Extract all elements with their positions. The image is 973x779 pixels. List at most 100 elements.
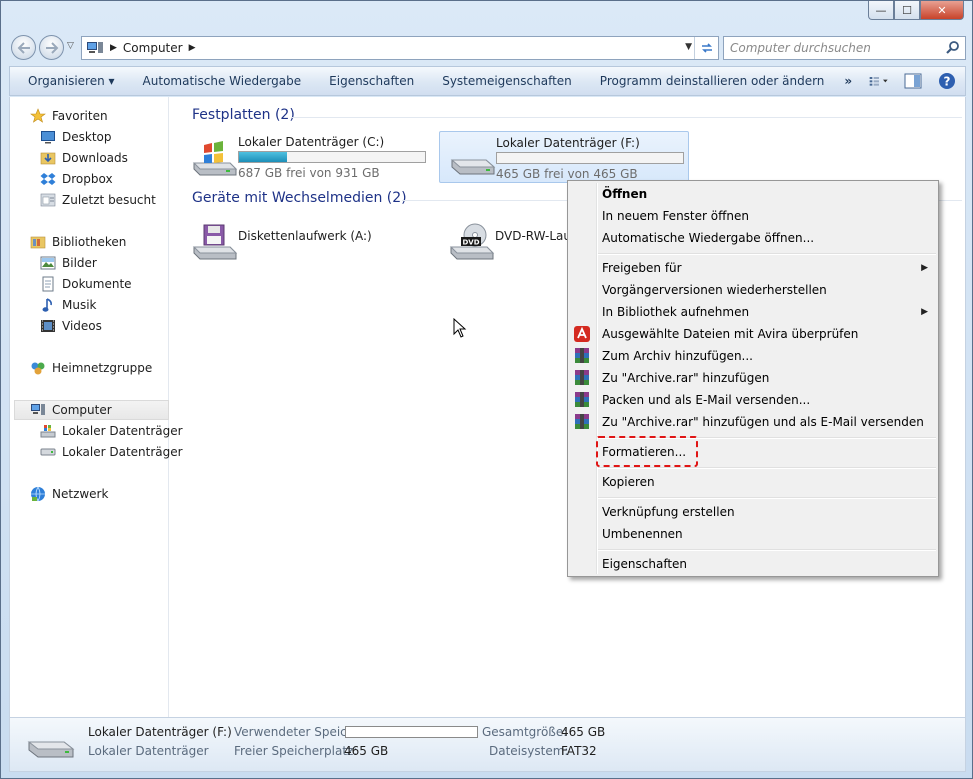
nav-drive-f[interactable]: Lokaler Datenträger <box>40 442 183 462</box>
menu-pack-email[interactable]: Packen und als E-Mail versenden... <box>602 393 810 407</box>
refresh-icon <box>701 43 712 53</box>
drive-c-name: Lokaler Datenträger (C:) <box>238 135 385 149</box>
menu-open-new-window[interactable]: In neuem Fenster öffnen <box>602 209 749 223</box>
nav-homegroup[interactable]: Heimnetzgruppe <box>30 358 152 378</box>
drive-a[interactable]: Diskettenlaufwerk (A:) <box>182 215 432 267</box>
breadcrumb-separator[interactable]: ▶ <box>110 43 117 53</box>
nav-drive-c[interactable]: Lokaler Datenträger <box>40 421 183 441</box>
address-bar[interactable]: ▶ Computer ▶ ▼ <box>81 36 719 60</box>
nav-downloads[interactable]: Downloads <box>40 148 128 168</box>
submenu-arrow-icon: ▶ <box>921 307 928 317</box>
winrar-icon <box>575 392 589 407</box>
maximize-button[interactable]: ☐ <box>894 1 920 20</box>
menu-restore-versions[interactable]: Vorgängerversionen wiederherstellen <box>602 283 827 297</box>
nav-dropbox[interactable]: Dropbox <box>40 169 113 189</box>
drive-c[interactable]: Lokaler Datenträger (C:) 687 GB frei von… <box>182 131 432 183</box>
menu-copy[interactable]: Kopieren <box>602 475 655 489</box>
winrar-icon <box>575 348 589 363</box>
breadcrumb-computer[interactable]: Computer <box>123 41 183 55</box>
nav-desktop[interactable]: Desktop <box>40 127 112 147</box>
group-header-removable[interactable]: Geräte mit Wechselmedien (2) <box>192 190 407 206</box>
minimize-button[interactable]: — <box>868 1 894 20</box>
hard-drive-icon <box>40 448 56 456</box>
videos-icon <box>41 320 55 332</box>
details-total-value: 465 GB <box>561 725 606 739</box>
close-button[interactable]: ✕ <box>920 1 964 20</box>
menu-avira-scan[interactable]: Ausgewählte Dateien mit Avira überprüfen <box>602 327 858 341</box>
nav-recent[interactable]: Zuletzt besucht <box>40 190 156 210</box>
preview-pane-button[interactable] <box>903 71 923 91</box>
autoplay-button[interactable]: Automatische Wiedergabe <box>129 74 316 88</box>
details-drive-name: Lokaler Datenträger (F:) <box>88 725 232 739</box>
floppy-drive-icon <box>192 224 238 260</box>
details-usage-bar <box>345 726 478 738</box>
address-history-dropdown[interactable]: ▼ <box>685 42 692 52</box>
system-properties-button[interactable]: Systemeigenschaften <box>428 74 586 88</box>
drive-f[interactable]: Lokaler Datenträger (F:) 465 GB frei von… <box>439 131 689 183</box>
back-button[interactable] <box>11 35 36 60</box>
change-view-button[interactable] <box>869 71 889 91</box>
navigation-pane: Favoriten Desktop Downloads Dropbox Zule… <box>10 97 183 717</box>
search-icon[interactable] <box>945 40 961 56</box>
desktop-icon <box>41 131 55 144</box>
nav-music[interactable]: Musik <box>40 295 97 315</box>
recent-places-icon <box>40 193 56 207</box>
refresh-button[interactable] <box>694 37 718 59</box>
menu-create-shortcut[interactable]: Verknüpfung erstellen <box>602 505 735 519</box>
hard-drive-icon <box>450 159 496 175</box>
nav-libraries-label: Bibliotheken <box>52 235 127 249</box>
hard-drive-icon <box>27 741 75 758</box>
back-arrow-icon <box>17 41 30 54</box>
details-free-value: 465 GB <box>344 744 389 758</box>
menu-separator <box>598 549 936 551</box>
menu-open[interactable]: Öffnen <box>602 187 647 201</box>
windows-drive-icon <box>40 425 56 438</box>
nav-pictures[interactable]: Bilder <box>40 253 97 273</box>
windows-drive-icon <box>192 141 238 176</box>
details-pane: Lokaler Datenträger (F:) Lokaler Datentr… <box>9 717 966 772</box>
menu-separator <box>598 467 936 469</box>
svg-text:DVD: DVD <box>462 239 479 247</box>
nav-documents[interactable]: Dokumente <box>40 274 132 294</box>
caption-buttons: — ☐ ✕ <box>868 1 964 20</box>
nav-pictures-label: Bilder <box>62 256 97 270</box>
mouse-cursor-icon <box>453 318 467 338</box>
breadcrumb-separator[interactable]: ▶ <box>189 43 196 53</box>
nav-videos[interactable]: Videos <box>40 316 102 336</box>
menu-include-library[interactable]: In Bibliothek aufnehmen <box>602 305 749 319</box>
search-placeholder: Computer durchsuchen <box>730 41 871 55</box>
nav-network[interactable]: Netzwerk <box>30 484 108 504</box>
submenu-arrow-icon: ▶ <box>921 263 928 273</box>
forward-button[interactable] <box>39 35 64 60</box>
recent-pages-dropdown[interactable]: ▽ <box>67 41 74 51</box>
downloads-folder-icon <box>40 152 56 165</box>
menu-autoplay[interactable]: Automatische Wiedergabe öffnen... <box>602 231 814 245</box>
preview-pane-icon <box>904 73 922 89</box>
nav-libraries[interactable]: Bibliotheken <box>30 232 126 252</box>
dvd-drive-icon: DVD <box>449 223 495 260</box>
nav-computer[interactable]: Computer <box>14 400 169 420</box>
menu-separator <box>598 253 936 255</box>
menu-properties[interactable]: Eigenschaften <box>602 557 687 571</box>
nav-favorites[interactable]: Favoriten <box>30 106 108 126</box>
properties-button[interactable]: Eigenschaften <box>315 74 428 88</box>
group-header-hard-disks[interactable]: Festplatten (2) <box>192 107 295 123</box>
command-bar: Organisieren ▾ Automatische Wiedergabe E… <box>9 66 966 96</box>
search-input[interactable]: Computer durchsuchen <box>723 36 966 60</box>
nav-computer-label: Computer <box>52 403 112 417</box>
winrar-icon <box>575 414 589 429</box>
menu-add-to-rar[interactable]: Zu "Archive.rar" hinzufügen <box>602 371 769 385</box>
svg-text:?: ? <box>944 75 951 89</box>
uninstall-program-button[interactable]: Programm deinstallieren oder ändern <box>586 74 839 88</box>
computer-icon <box>31 404 45 415</box>
organize-menu[interactable]: Organisieren ▾ <box>10 74 129 88</box>
view-controls: ? <box>869 71 957 91</box>
more-commands-button[interactable]: » <box>838 74 858 88</box>
help-button[interactable]: ? <box>937 71 957 91</box>
menu-rename[interactable]: Umbenennen <box>602 527 683 541</box>
menu-add-rar-email[interactable]: Zu "Archive.rar" hinzufügen und als E-Ma… <box>602 415 924 429</box>
nav-videos-label: Videos <box>62 319 102 333</box>
menu-share[interactable]: Freigeben für <box>602 261 682 275</box>
menu-add-to-archive[interactable]: Zum Archiv hinzufügen... <box>602 349 753 363</box>
forward-arrow-icon <box>45 41 58 54</box>
